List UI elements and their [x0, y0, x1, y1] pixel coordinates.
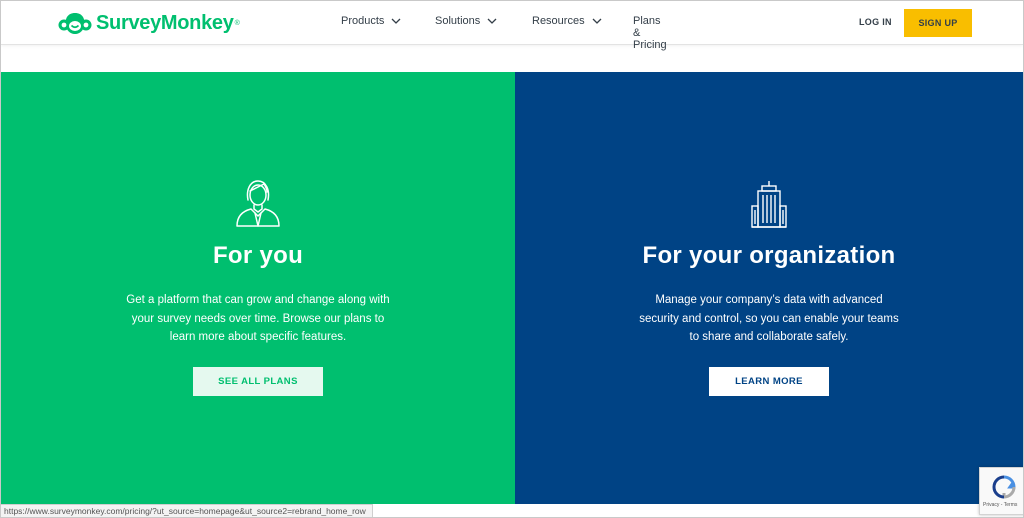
monkey-logo-icon	[58, 13, 92, 34]
nav-label: Plans & Pricing	[633, 15, 667, 51]
nav-products[interactable]: Products	[341, 15, 401, 27]
chevron-down-icon	[391, 18, 401, 24]
browser-status-bar: https://www.surveymonkey.com/pricing/?ut…	[1, 504, 373, 517]
for-you-title: For you	[212, 242, 304, 269]
chevron-down-icon	[487, 18, 497, 24]
nav-solutions[interactable]: Solutions	[435, 15, 497, 27]
person-icon	[236, 180, 280, 227]
login-link[interactable]: LOG IN	[859, 17, 892, 27]
recaptcha-links[interactable]: Privacy - Terms	[983, 502, 1017, 508]
for-organization-title: For your organization	[642, 242, 896, 269]
for-you-description: Get a platform that can grow and change …	[126, 294, 390, 343]
nav-plans-pricing[interactable]: Plans & Pricing	[633, 15, 667, 51]
registered-mark: ®	[234, 19, 240, 27]
building-icon	[751, 181, 787, 228]
for-organization-description: Manage your company’s data with advanced…	[639, 294, 899, 343]
learn-more-button[interactable]: LEARN MORE	[709, 367, 829, 396]
nav-label: Resources	[532, 15, 585, 27]
site-header: SurveyMonkey ® Products Solutions Resourc…	[1, 1, 1023, 51]
see-all-plans-button[interactable]: SEE ALL PLANS	[193, 367, 323, 396]
logo-wordmark: SurveyMonkey	[96, 11, 234, 34]
nav-resources[interactable]: Resources	[532, 15, 602, 27]
chevron-down-icon	[592, 18, 602, 24]
for-organization-panel: For your organization Manage your compan…	[515, 72, 1023, 504]
for-you-panel: For you Get a platform that can grow and…	[1, 72, 515, 504]
recaptcha-badge[interactable]: Privacy - Terms	[979, 467, 1023, 515]
nav-label: Solutions	[435, 15, 481, 27]
nav-label: Products	[341, 15, 385, 27]
signup-button[interactable]: SIGN UP	[904, 9, 972, 37]
surveymonkey-logo[interactable]: SurveyMonkey ®	[57, 9, 240, 37]
recaptcha-icon	[992, 475, 1016, 499]
browser-viewport: SurveyMonkey ® Products Solutions Resourc…	[0, 0, 1024, 518]
